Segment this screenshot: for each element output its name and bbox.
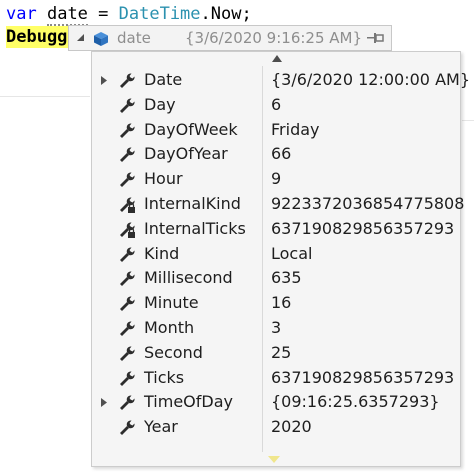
property-name: Millisecond <box>144 268 233 288</box>
property-name: InternalKind <box>144 193 241 213</box>
collapse-arrow-icon[interactable] <box>77 34 85 42</box>
datatip-header[interactable]: date {3/6/2020 9:16:25 AM} <box>68 25 392 51</box>
wrench-icon <box>120 420 135 436</box>
property-value[interactable]: 25 <box>271 343 291 363</box>
wrench-icon <box>120 296 135 312</box>
property-list: Date {3/6/2020 12:00:00 AM} Day 6 DayOfWeek F… <box>92 68 470 440</box>
wrench-lock-icon <box>120 222 135 238</box>
property-value[interactable]: Friday <box>271 120 320 140</box>
wrench-icon <box>120 321 135 336</box>
wrench-icon <box>120 271 135 287</box>
editor-divider <box>462 120 474 121</box>
wrench-icon <box>120 147 135 163</box>
wrench-icon <box>120 98 135 113</box>
property-row[interactable]: InternalKind 9223372036854775808 <box>92 192 464 217</box>
wrench-icon <box>120 73 135 88</box>
property-name: Minute <box>144 293 199 313</box>
code-keyword: var <box>6 4 37 24</box>
code-type: DateTime <box>118 4 201 24</box>
editor-divider <box>0 96 90 97</box>
property-name: DayOfWeek <box>144 119 238 139</box>
code-assign: = <box>87 4 119 24</box>
property-value[interactable]: 635 <box>271 268 302 288</box>
property-row[interactable]: DayOfYear 66 <box>92 142 460 167</box>
wrench-icon <box>120 123 135 138</box>
wrench-lock-icon <box>120 197 135 213</box>
property-row[interactable]: Minute 16 <box>92 291 460 316</box>
scroll-up-arrow-icon[interactable] <box>272 55 282 62</box>
wrench-icon <box>120 346 135 361</box>
property-row[interactable]: Second 25 <box>92 341 460 366</box>
property-value[interactable]: 637190829856357293 <box>271 219 454 239</box>
datatip-value[interactable]: {3/6/2020 9:16:25 AM} <box>185 29 362 47</box>
property-row[interactable]: Millisecond 635 <box>92 266 460 291</box>
property-value[interactable]: Local <box>271 244 312 264</box>
wrench-icon <box>120 371 135 386</box>
property-row[interactable]: Year 2020 <box>92 415 460 440</box>
property-row[interactable]: Kind Local <box>92 242 460 267</box>
scroll-down-arrow-icon[interactable] <box>268 456 280 463</box>
property-row[interactable]: Date {3/6/2020 12:00:00 AM} <box>92 68 470 93</box>
property-row[interactable]: InternalTicks 637190829856357293 <box>92 217 460 242</box>
pin-icon[interactable] <box>367 32 385 44</box>
property-row[interactable]: Month 3 <box>92 316 460 341</box>
property-name: Ticks <box>144 367 185 387</box>
property-name: Second <box>144 342 203 362</box>
expand-arrow-icon[interactable] <box>101 398 107 408</box>
property-name: Month <box>144 317 195 337</box>
wrench-icon <box>120 247 135 262</box>
property-row[interactable]: DayOfWeek Friday <box>92 118 460 143</box>
property-value[interactable]: 16 <box>271 293 291 313</box>
property-value[interactable]: 66 <box>271 144 291 164</box>
wrench-icon <box>120 172 135 188</box>
object-cube-icon <box>94 32 108 46</box>
property-row[interactable]: Hour 9 <box>92 167 460 192</box>
property-name: InternalTicks <box>144 218 246 238</box>
property-value[interactable]: 9223372036854775808 <box>271 194 464 214</box>
code-variable[interactable]: date <box>46 4 88 26</box>
datatip-properties-panel[interactable]: Date {3/6/2020 12:00:00 AM} Day 6 DayOfWeek F… <box>91 51 470 467</box>
property-name: Year <box>144 417 178 437</box>
property-name: Kind <box>144 243 180 263</box>
property-name: DayOfYear <box>144 144 228 164</box>
property-value[interactable]: {3/6/2020 12:00:00 AM} <box>271 70 470 90</box>
property-name: TimeOfDay <box>144 392 233 412</box>
property-row[interactable]: Ticks 637190829856357293 <box>92 366 460 391</box>
code-rest: .Now; <box>200 4 252 24</box>
property-value[interactable]: {09:16:25.6357293} <box>271 392 440 412</box>
property-value[interactable]: 2020 <box>271 417 312 437</box>
code-line-1[interactable]: var date = DateTime.Now; <box>6 2 252 26</box>
wrench-icon <box>120 395 135 411</box>
code-line-2[interactable]: Debugg <box>6 26 70 48</box>
property-name: Day <box>144 94 176 114</box>
property-value[interactable]: 9 <box>271 169 281 189</box>
expand-arrow-icon[interactable] <box>101 76 107 85</box>
property-value[interactable]: 637190829856357293 <box>271 368 454 388</box>
property-name: Hour <box>144 169 183 189</box>
property-value[interactable]: 3 <box>271 318 281 338</box>
datatip-name: date <box>117 29 151 47</box>
property-value[interactable]: 6 <box>271 95 281 115</box>
property-row[interactable]: TimeOfDay {09:16:25.6357293} <box>92 390 460 415</box>
property-name: Date <box>144 70 183 89</box>
property-row[interactable]: Day 6 <box>92 93 460 118</box>
